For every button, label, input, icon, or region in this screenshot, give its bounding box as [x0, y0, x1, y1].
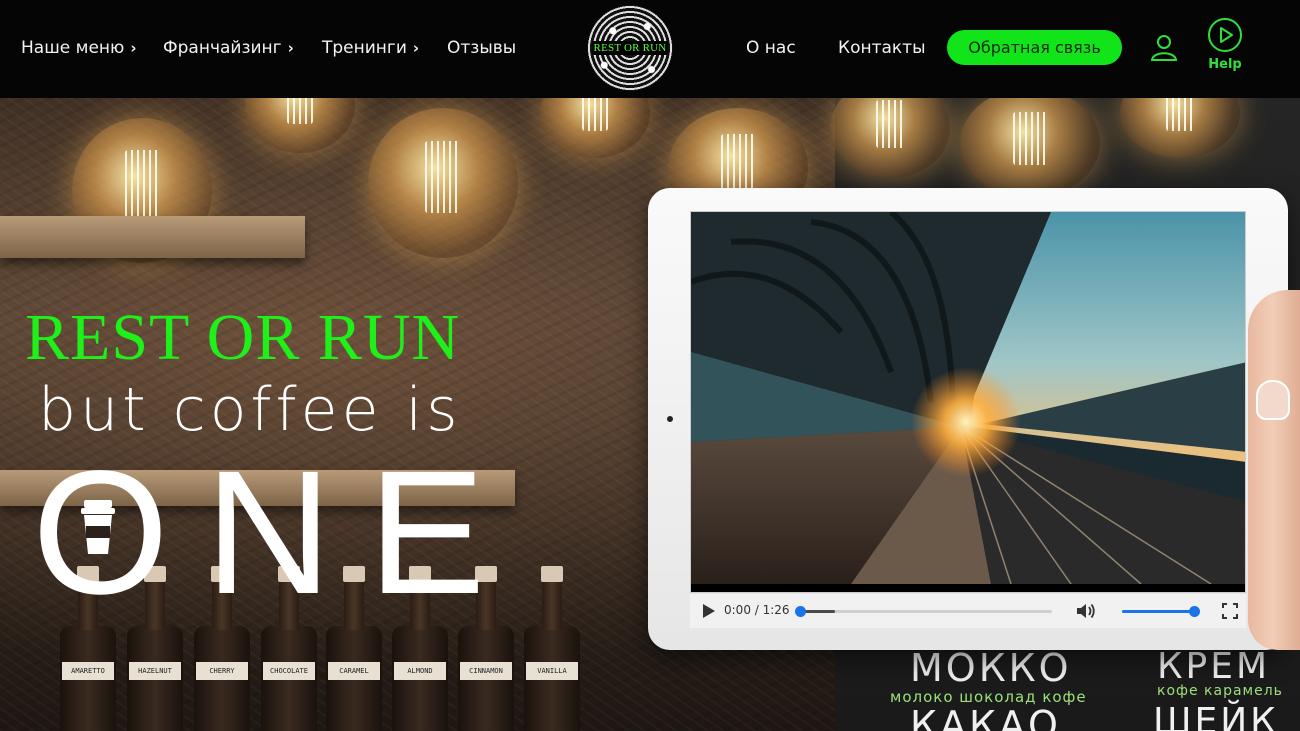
- video-progress-knob[interactable]: [795, 606, 806, 617]
- syrup-bottle: ALMOND: [392, 566, 448, 731]
- user-icon[interactable]: [1149, 32, 1179, 62]
- nav-about-label: О нас: [746, 38, 796, 58]
- feedback-button[interactable]: Обратная связь: [947, 30, 1122, 65]
- video-player[interactable]: [690, 211, 1246, 593]
- video-time: 0:00 / 1:26: [724, 603, 790, 617]
- video-frame: [691, 212, 1245, 584]
- hand: [1248, 290, 1300, 650]
- help-label: Help: [1208, 57, 1242, 72]
- site-logo[interactable]: REST OR RUN: [587, 5, 673, 91]
- video-controls: 0:00 / 1:26: [690, 594, 1246, 628]
- syrup-bottle: AMARETTO: [60, 566, 116, 731]
- nav-reviews-label: Отзывы: [447, 38, 517, 58]
- fingernail: [1256, 380, 1290, 420]
- chevron-right-icon: ›: [130, 39, 137, 57]
- tablet-frame: 0:00 / 1:26: [648, 188, 1288, 650]
- play-icon[interactable]: [702, 603, 716, 619]
- syrup-bottle: CARAMEL: [326, 566, 382, 731]
- nav-contacts[interactable]: Контакты: [838, 38, 926, 58]
- bottle-label: CINNAMON: [460, 662, 512, 680]
- fullscreen-icon[interactable]: [1222, 603, 1238, 619]
- volume-knob[interactable]: [1189, 606, 1200, 617]
- bottle-label: HAZELNUT: [129, 662, 181, 680]
- nav-about[interactable]: О нас: [746, 38, 796, 58]
- board-title-shake: ШЕЙК: [1153, 701, 1279, 731]
- board-title-mocha: МОККО: [910, 646, 1072, 690]
- site-header: Наше меню › Франчайзинг › Тренинги › Отз…: [0, 0, 1300, 98]
- bulb: [368, 108, 518, 258]
- hero-brand: REST OR RUN: [25, 301, 461, 374]
- nav-trainings[interactable]: Тренинги ›: [322, 38, 419, 58]
- logo-text: REST OR RUN: [591, 41, 669, 55]
- nav-reviews[interactable]: Отзывы: [447, 38, 516, 58]
- nav-franchise[interactable]: Франчайзинг ›: [163, 38, 294, 58]
- syrup-bottle: HAZELNUT: [127, 566, 183, 731]
- syrup-bottle: CHERRY: [194, 566, 250, 731]
- bottle-label: CHOCOLATE: [263, 662, 315, 680]
- syrup-bottle: CHOCOLATE: [261, 566, 317, 731]
- board-title-cream: КРЕМ: [1157, 646, 1271, 687]
- bottle-label: CARAMEL: [328, 662, 380, 680]
- bottle-label: CHERRY: [196, 662, 248, 680]
- bottle-label: AMARETTO: [62, 662, 114, 680]
- chevron-right-icon: ›: [412, 39, 420, 57]
- nav-contacts-label: Контакты: [838, 38, 926, 58]
- help-button[interactable]: Help: [1205, 17, 1245, 79]
- bottle-label: ALMOND: [394, 662, 446, 680]
- nav-menu-label: Наше меню: [21, 38, 125, 58]
- bottle-label: VANILLA: [526, 662, 578, 680]
- volume-fill: [1122, 610, 1194, 613]
- nav-menu[interactable]: Наше меню ›: [21, 38, 137, 58]
- chevron-right-icon: ›: [287, 39, 294, 57]
- play-circle-icon: [1208, 18, 1242, 52]
- nav-trainings-label: Тренинги: [322, 38, 407, 58]
- volume-icon[interactable]: [1075, 602, 1097, 620]
- board-title-cocoa: КАКАО: [910, 703, 1061, 731]
- nav-franchise-label: Франчайзинг: [163, 38, 282, 58]
- board-subtitle-cream: кофе карамель: [1157, 683, 1283, 699]
- syrup-bottle: CINNAMON: [458, 566, 514, 731]
- shelf-top: [0, 216, 305, 258]
- tablet-camera: [667, 416, 673, 422]
- coffee-cup-icon: [81, 500, 115, 554]
- video-progress-bar[interactable]: [795, 606, 1052, 617]
- hero-tagline: but coffee is: [38, 375, 462, 445]
- syrup-bottle: VANILLA: [524, 566, 580, 731]
- volume-slider[interactable]: [1122, 606, 1200, 617]
